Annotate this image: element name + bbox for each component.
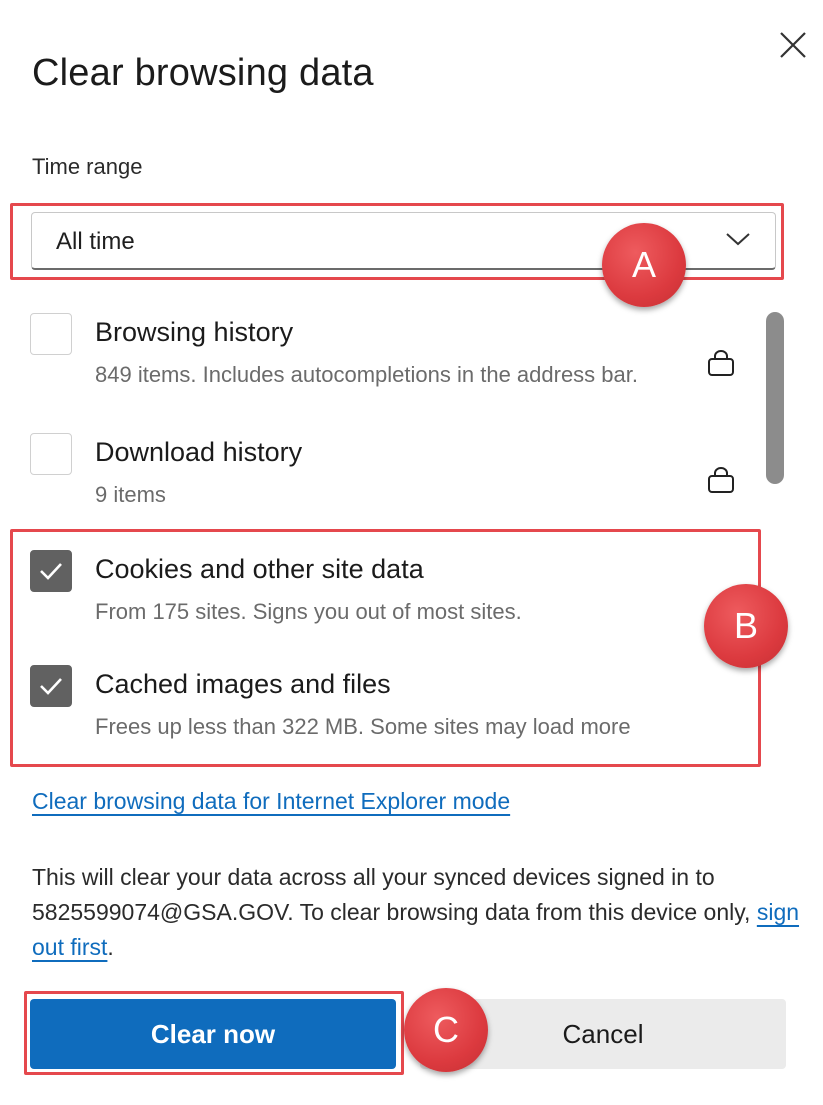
option-label: Browsing history — [95, 317, 294, 347]
sync-note-text: This will clear your data across all you… — [32, 864, 757, 925]
checkmark-icon — [40, 563, 62, 580]
close-button[interactable] — [774, 26, 812, 64]
option-label: Download history — [95, 437, 303, 467]
sync-lock-icon — [708, 467, 734, 493]
annotation-badge-a: A — [602, 223, 686, 307]
options-scrollbar[interactable] — [766, 312, 784, 484]
option-description: 849 items. Includes autocompletions in t… — [95, 362, 638, 387]
checkmark-icon — [40, 678, 62, 695]
sync-lock-icon — [708, 350, 734, 376]
option-description: 9 items — [95, 482, 166, 507]
option-description: From 175 sites. Signs you out of most si… — [95, 599, 522, 624]
dialog-title: Clear browsing data — [32, 52, 374, 94]
cookies-checkbox[interactable] — [30, 550, 72, 592]
ie-mode-link[interactable]: Clear browsing data for Internet Explore… — [32, 788, 510, 815]
option-label: Cookies and other site data — [95, 554, 424, 584]
chevron-down-icon — [726, 233, 750, 246]
option-label: Cached images and files — [95, 669, 391, 699]
sync-note-end: . — [107, 934, 114, 960]
clear-now-button[interactable]: Clear now — [30, 999, 396, 1069]
close-icon — [780, 32, 806, 58]
annotation-badge-b: B — [704, 584, 788, 668]
time-range-label: Time range — [32, 154, 143, 179]
cached-images-checkbox[interactable] — [30, 665, 72, 707]
option-description: Frees up less than 322 MB. Some sites ma… — [95, 714, 631, 739]
browsing-history-checkbox[interactable] — [30, 313, 72, 355]
clear-browsing-data-dialog: Clear browsing data Time range All time … — [0, 0, 823, 1105]
download-history-checkbox[interactable] — [30, 433, 72, 475]
data-type-list: Browsing history 849 items. Includes aut… — [0, 300, 823, 760]
sync-note: This will clear your data across all you… — [32, 860, 802, 965]
time-range-value: All time — [56, 228, 135, 255]
annotation-badge-c: C — [404, 988, 488, 1072]
